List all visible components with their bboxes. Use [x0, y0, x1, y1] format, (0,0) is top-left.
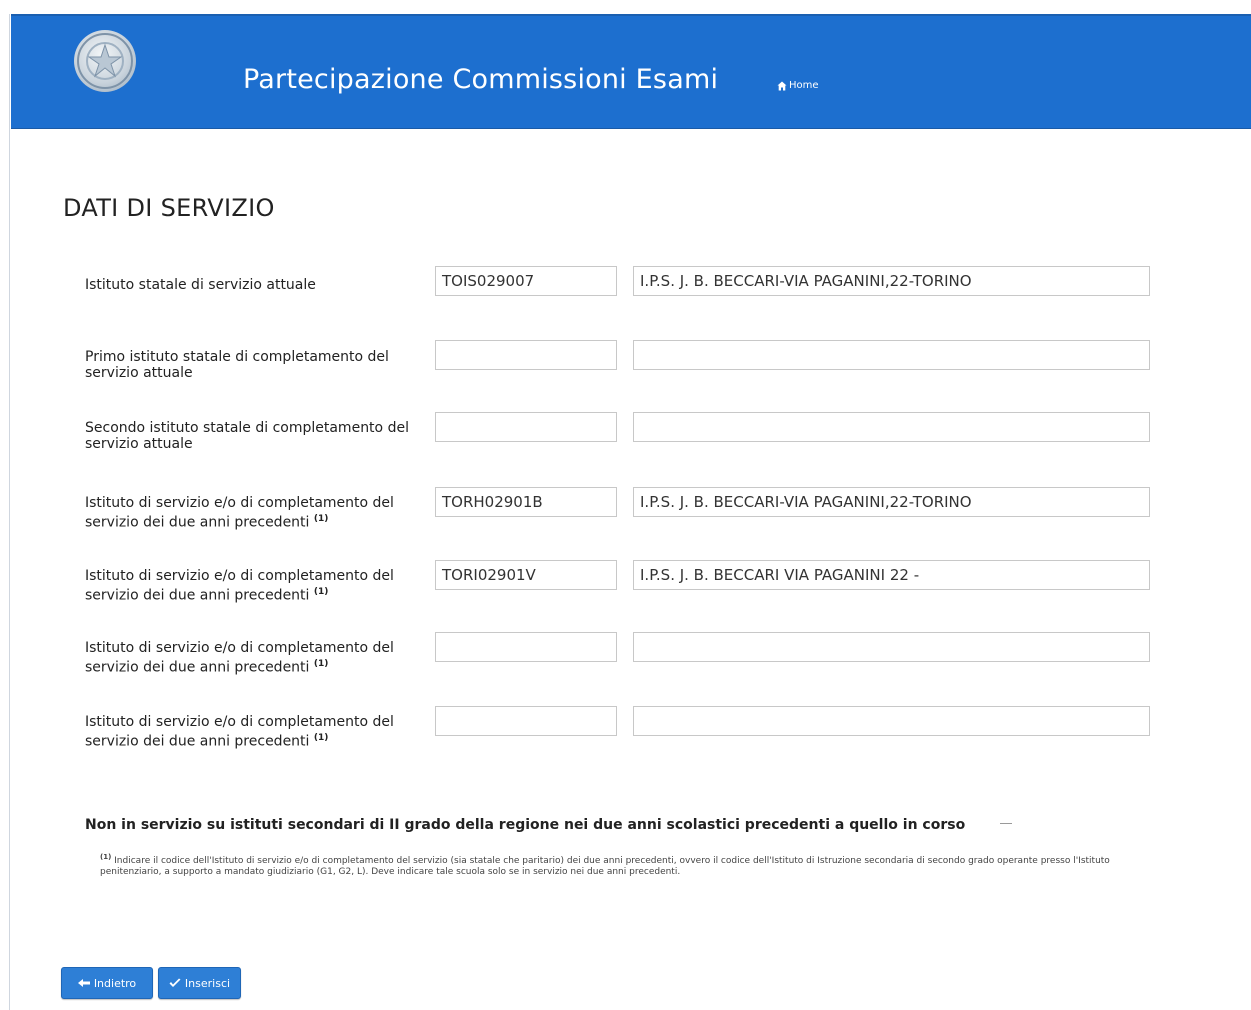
school-code-field[interactable]: [435, 412, 617, 442]
not-in-service-option[interactable]: Non in servizio su istituti secondari di…: [85, 817, 965, 833]
checkmark-icon: [169, 978, 181, 987]
back-button[interactable]: Indietro: [61, 967, 153, 999]
home-link[interactable]: Home: [777, 80, 819, 91]
footnote-mark: (1): [313, 733, 329, 743]
footnote-text: Indicare il codice dell'Istituto di serv…: [100, 856, 1110, 877]
row-label: Istituto di servizio e/o di completament…: [85, 640, 394, 676]
school-code-field[interactable]: [435, 706, 617, 736]
home-icon: [777, 81, 787, 90]
school-name-field[interactable]: [633, 340, 1150, 370]
footnote-mark: (1): [313, 587, 329, 597]
school-name-field[interactable]: I.P.S. J. B. BECCARI-VIA PAGANINI,22-TOR…: [633, 487, 1150, 517]
service-row: Istituto di servizio e/o di completament…: [85, 632, 1155, 676]
app-title: Partecipazione Commissioni Esami: [243, 64, 719, 95]
row-label: Istituto di servizio e/o di completament…: [85, 568, 394, 604]
school-name-field[interactable]: [633, 412, 1150, 442]
back-button-label: Indietro: [93, 976, 137, 990]
school-name-field[interactable]: [633, 706, 1150, 736]
school-name-field[interactable]: [633, 632, 1150, 662]
service-row: Primo istituto statale di completamento …: [85, 340, 1155, 381]
service-row: Istituto di servizio e/o di completament…: [85, 706, 1155, 750]
footnote-mark: (1): [313, 659, 329, 669]
divider: [1000, 823, 1012, 824]
service-row: Secondo istituto statale di completament…: [85, 412, 1155, 452]
emblem-icon: [74, 30, 136, 92]
row-label: Secondo istituto statale di completament…: [85, 420, 409, 452]
row-label: Istituto di servizio e/o di completament…: [85, 495, 394, 531]
row-label: Istituto di servizio e/o di completament…: [85, 714, 394, 750]
school-code-field[interactable]: TORI02901V: [435, 560, 617, 590]
school-code-field[interactable]: [435, 340, 617, 370]
footnote: (1) Indicare il codice dell'Istituto di …: [100, 852, 1120, 878]
home-link-label: Home: [789, 80, 819, 91]
school-name-field[interactable]: I.P.S. J. B. BECCARI VIA PAGANINI 22 -: [633, 560, 1150, 590]
school-code-field[interactable]: TORH02901B: [435, 487, 617, 517]
footnote-mark: (1): [100, 853, 112, 861]
service-row: Istituto statale di servizio attuale TOI…: [85, 266, 1155, 306]
arrow-left-icon: [77, 979, 90, 987]
row-label: Istituto statale di servizio attuale: [85, 277, 316, 293]
service-row: Istituto di servizio e/o di completament…: [85, 487, 1155, 531]
school-code-field[interactable]: TOIS029007: [435, 266, 617, 296]
row-label: Primo istituto statale di completamento …: [85, 349, 389, 381]
school-name-field[interactable]: I.P.S. J. B. BECCARI-VIA PAGANINI,22-TOR…: [633, 266, 1150, 296]
section-title: DATI DI SERVIZIO: [63, 194, 275, 222]
page-frame-border: [9, 14, 10, 1010]
confirm-button-label: Inserisci: [184, 976, 231, 990]
footnote-mark: (1): [313, 514, 329, 524]
service-row: Istituto di servizio e/o di completament…: [85, 560, 1155, 604]
confirm-button[interactable]: Inserisci: [158, 967, 241, 999]
school-code-field[interactable]: [435, 632, 617, 662]
app-header: Partecipazione Commissioni Esami Home: [11, 14, 1251, 129]
